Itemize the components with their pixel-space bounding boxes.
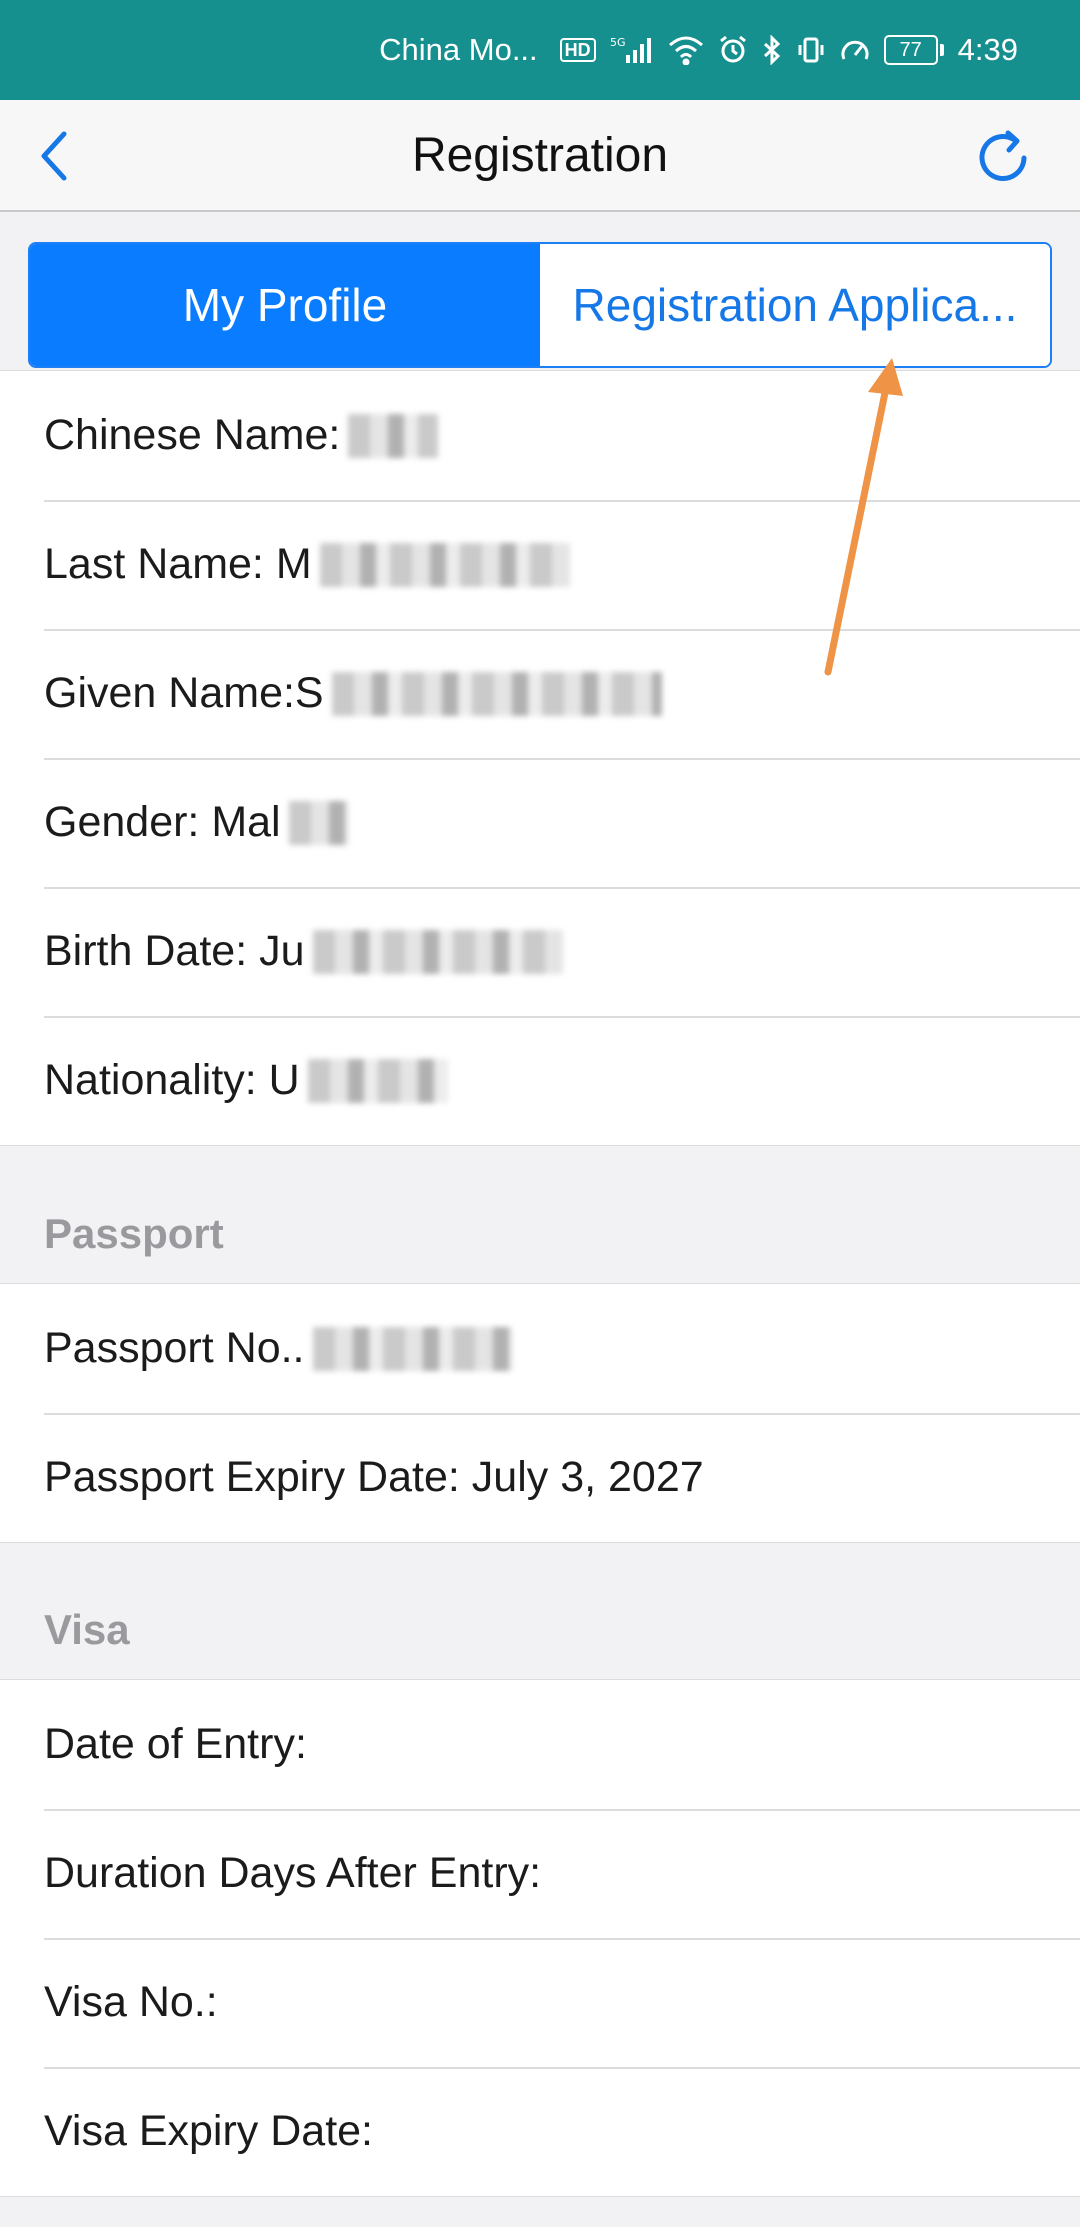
duration-row: Duration Days After Entry: [0,1809,1080,1938]
profile-group: Chinese Name: Last Name: M Given Name:S … [0,370,1080,1146]
passport-expiry-row: Passport Expiry Date: July 3, 2027 [0,1413,1080,1542]
network-type: 5G [610,36,626,49]
passport-number-label: Passport No.. [44,1324,305,1372]
tab-registration-application[interactable]: Registration Applica... [540,244,1050,366]
wifi-icon [668,35,704,65]
redacted-value [312,1326,513,1371]
tab-my-profile[interactable]: My Profile [30,244,540,366]
passport-group: Passport No.. Passport Expiry Date: July… [0,1283,1080,1543]
refresh-icon [979,130,1027,181]
nationality-label: Nationality: U [44,1056,300,1104]
speed-icon [840,35,870,65]
chinese-name-row: Chinese Name: [0,371,1080,500]
refresh-button[interactable] [976,128,1032,184]
last-name-label: Last Name: M [44,540,312,588]
last-name-row: Last Name: M [0,500,1080,629]
visa-section-header: Visa [44,1606,130,1653]
page-title: Registration [411,129,669,182]
passport-section-header: Passport [44,1210,224,1257]
given-name-row: Given Name:S [0,629,1080,758]
redacted-value [331,671,662,716]
duration-label: Duration Days After Entry: [44,1849,542,1897]
signal-icon: 5G [610,35,654,65]
battery-level: 77 [883,35,938,65]
bluetooth-icon [762,35,782,65]
nationality-row: Nationality: U [0,1016,1080,1145]
chinese-name-label: Chinese Name: [44,411,341,459]
clock: 4:39 [957,32,1018,67]
given-name-label: Given Name:S [44,669,324,717]
gender-label: Gender: Mal [44,798,281,846]
redacted-value [319,542,570,587]
status-bar: China Mo... HD 5G 77 4:39 [0,0,1080,100]
redacted-value [312,929,563,974]
visa-expiry-row: Visa Expiry Date: [0,2067,1080,2196]
visa-number-row: Visa No.: [0,1938,1080,2067]
redacted-value [348,413,439,458]
passport-number-row: Passport No.. [0,1284,1080,1413]
passport-expiry-label: Passport Expiry Date: July 3, 2027 [44,1453,704,1501]
visa-expiry-label: Visa Expiry Date: [44,2107,374,2155]
visa-number-label: Visa No.: [44,1978,218,2026]
gender-row: Gender: Mal [0,758,1080,887]
redacted-value [288,800,349,845]
alarm-icon [718,35,748,65]
birth-date-row: Birth Date: Ju [0,887,1080,1016]
tab-switcher: My Profile Registration Applica... [28,242,1052,368]
hd-badge: HD [559,38,596,62]
vibrate-icon [796,35,826,65]
navigation-bar: Registration [0,100,1080,212]
carrier-name: China Mo... [379,32,538,67]
birth-date-label: Birth Date: Ju [44,927,305,975]
redacted-value [307,1058,448,1103]
date-of-entry-label: Date of Entry: [44,1720,307,1768]
date-of-entry-row: Date of Entry: [0,1680,1080,1809]
battery-icon: 77 [883,35,944,65]
visa-group: Date of Entry: Duration Days After Entry… [0,1679,1080,2197]
